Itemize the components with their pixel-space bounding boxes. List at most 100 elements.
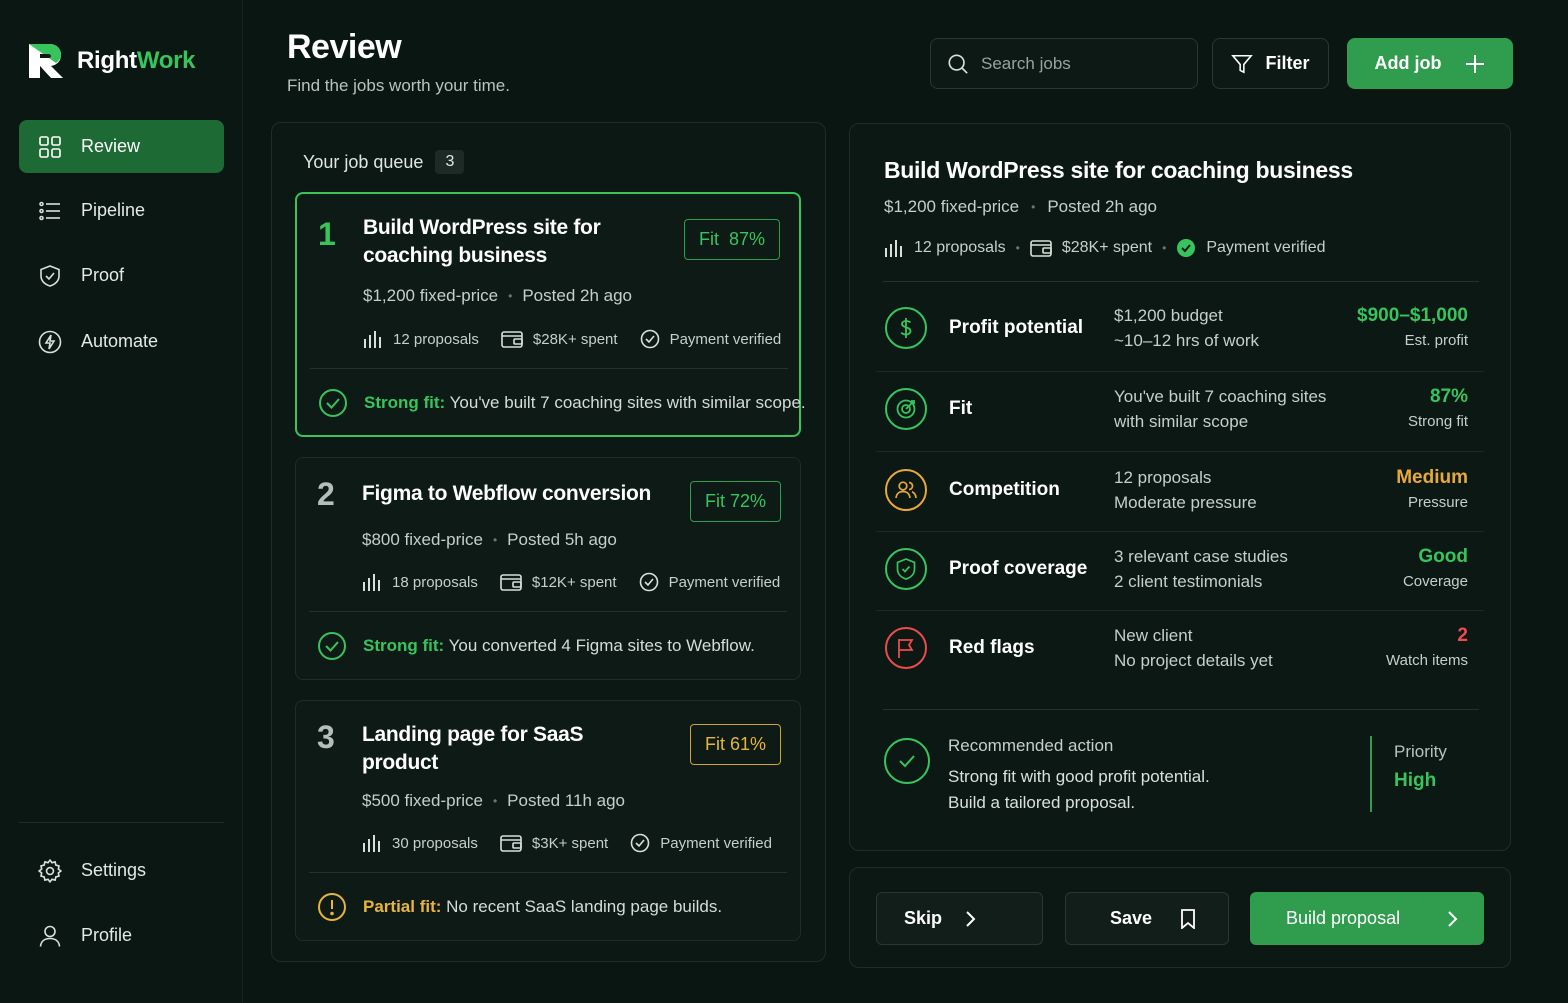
job-spent: $28K+ spent <box>532 330 618 348</box>
job-stats: 18 proposals $12K+ spent Payment verifie… <box>362 572 792 592</box>
priority-divider <box>1370 736 1372 812</box>
job-meta: $500 fixed-price • Posted 11h ago <box>362 791 625 811</box>
job-spent: $12K+ spent <box>531 573 617 591</box>
metric-desc-line2: with similar scope <box>1114 412 1249 431</box>
sidebar-item-review[interactable]: Review <box>19 120 224 173</box>
verified-icon <box>1176 238 1196 258</box>
fit-text: No recent SaaS landing page builds. <box>446 897 723 916</box>
detail-payment: Payment verified <box>1206 239 1326 256</box>
shield-icon <box>37 263 63 289</box>
bar-chart-icon <box>362 834 382 852</box>
page-title: Review <box>287 28 402 66</box>
sidebar-item-label: Profile <box>81 925 133 945</box>
job-proposals: 12 proposals <box>393 330 479 348</box>
brand-name-part2: Work <box>136 47 196 74</box>
job-card-1[interactable]: 1 Build WordPress site for coaching busi… <box>295 192 806 437</box>
bar-chart-icon <box>363 330 383 348</box>
fit-badge: Fit 87% <box>683 219 780 260</box>
metric-label: Red flags <box>949 637 1035 658</box>
bookmark-icon <box>1180 908 1196 929</box>
add-job-label: Add job <box>1374 53 1442 73</box>
metric-desc-line2: ~10–12 hrs of work <box>1114 331 1260 350</box>
job-spent: $3K+ spent <box>531 834 609 852</box>
sidebar-item-proof[interactable]: Proof <box>19 249 224 302</box>
job-meta: $800 fixed-price • Posted 5h ago <box>362 530 617 550</box>
metric-proof-coverage: Proof coverage 3 relevant case studies 2 … <box>876 530 1484 610</box>
dot-separator: • <box>1031 200 1036 214</box>
sidebar-item-profile[interactable]: Profile <box>19 909 224 962</box>
detail-divider <box>883 281 1479 282</box>
job-payment: Payment verified <box>669 330 782 348</box>
check-circle-icon <box>640 329 660 349</box>
sidebar: RightWork Review Pipeline Proof Automate… <box>0 0 243 1003</box>
dot-separator: • <box>1162 241 1167 255</box>
sidebar-item-label: Proof <box>81 265 125 285</box>
metric-red-flags: Red flags New client No project details y… <box>876 609 1484 689</box>
skip-button[interactable]: Skip <box>876 892 1043 945</box>
metric-label: Competition <box>949 479 1060 500</box>
save-label: Save <box>1110 908 1153 928</box>
dot-separator: • <box>492 533 498 547</box>
metric-desc-line2: No project details yet <box>1114 651 1273 670</box>
job-number: 2 <box>317 476 335 512</box>
search-box[interactable] <box>930 38 1198 89</box>
job-fit-reason: Partial fit: No recent SaaS landing page… <box>317 892 722 922</box>
job-posted: Posted 2h ago <box>522 286 632 305</box>
priority-value: High <box>1394 770 1437 791</box>
job-card-2[interactable]: 2 Figma to Webflow conversion Fit 72% $8… <box>295 457 801 680</box>
metric-desc: 3 relevant case studies 2 client testimon… <box>1114 544 1288 594</box>
sidebar-item-automate[interactable]: Automate <box>19 315 224 368</box>
metric-value: 2 Watch items <box>1386 623 1468 673</box>
metric-desc: New client No project details yet <box>1114 623 1273 673</box>
job-divider <box>310 368 788 369</box>
metric-desc-line1: You've built 7 coaching sites <box>1114 387 1327 406</box>
metric-desc-line1: 12 proposals <box>1114 468 1212 487</box>
detail-posted: Posted 2h ago <box>1047 197 1157 216</box>
build-proposal-button[interactable]: Build proposal <box>1250 892 1484 945</box>
fit-badge: Fit 61% <box>689 724 781 765</box>
metric-value-main: 87% <box>1429 386 1468 407</box>
fit-text: You converted 4 Figma sites to Webflow. <box>448 636 755 655</box>
metric-value-main: 2 <box>1457 625 1468 646</box>
users-icon <box>885 469 927 511</box>
dollar-icon <box>885 307 927 349</box>
alert-circle-icon <box>317 892 347 922</box>
flag-icon <box>885 627 927 669</box>
sidebar-item-label: Pipeline <box>81 200 146 220</box>
job-stats: 12 proposals $28K+ spent Payment verifie… <box>363 329 793 349</box>
check-circle-icon <box>318 388 348 418</box>
sidebar-item-label: Automate <box>81 331 159 351</box>
metric-value-sub: Pressure <box>1407 494 1468 511</box>
fit-key: Strong fit: <box>363 636 445 655</box>
metric-desc-line1: $1,200 budget <box>1114 306 1223 325</box>
job-number: 3 <box>317 719 335 755</box>
search-input[interactable] <box>981 53 1181 74</box>
fit-text: You've built 7 coaching sites with simil… <box>449 393 806 412</box>
metric-profit-potential: Profit potential $1,200 budget ~10–12 hrs… <box>876 289 1484 369</box>
detail-title: Build WordPress site for coaching busine… <box>884 157 1353 183</box>
sidebar-item-pipeline[interactable]: Pipeline <box>19 184 224 237</box>
metric-value: 87% Strong fit <box>1408 384 1468 434</box>
job-proposals: 30 proposals <box>392 834 478 852</box>
job-posted: Posted 11h ago <box>507 791 626 810</box>
wallet-icon <box>500 573 522 591</box>
job-price: $1,200 fixed-price <box>363 286 499 305</box>
brand-logo[interactable]: RightWork <box>25 40 196 82</box>
job-title: Figma to Webflow conversion <box>362 482 652 505</box>
job-number: 1 <box>318 216 336 252</box>
detail-meta: $1,200 fixed-price • Posted 2h ago <box>884 197 1157 217</box>
add-job-button[interactable]: Add job <box>1347 38 1513 89</box>
filter-button[interactable]: Filter <box>1212 38 1329 89</box>
brand-name-part1: Right <box>77 47 137 74</box>
bar-chart-icon <box>884 239 904 257</box>
grid-icon <box>37 134 63 160</box>
job-payment: Payment verified <box>660 834 772 852</box>
metric-value-main: $900–$1,000 <box>1357 305 1468 326</box>
action-bar: Skip Save Build proposal <box>849 867 1511 968</box>
filter-button-label: Filter <box>1265 53 1310 73</box>
job-card-3[interactable]: 3 Landing page for SaaS product Fit 61% … <box>295 700 801 941</box>
job-queue-panel: Your job queue 3 1 Build WordPress site … <box>271 122 826 962</box>
save-button[interactable]: Save <box>1065 892 1229 945</box>
sidebar-item-settings[interactable]: Settings <box>19 844 224 897</box>
target-icon <box>885 388 927 430</box>
